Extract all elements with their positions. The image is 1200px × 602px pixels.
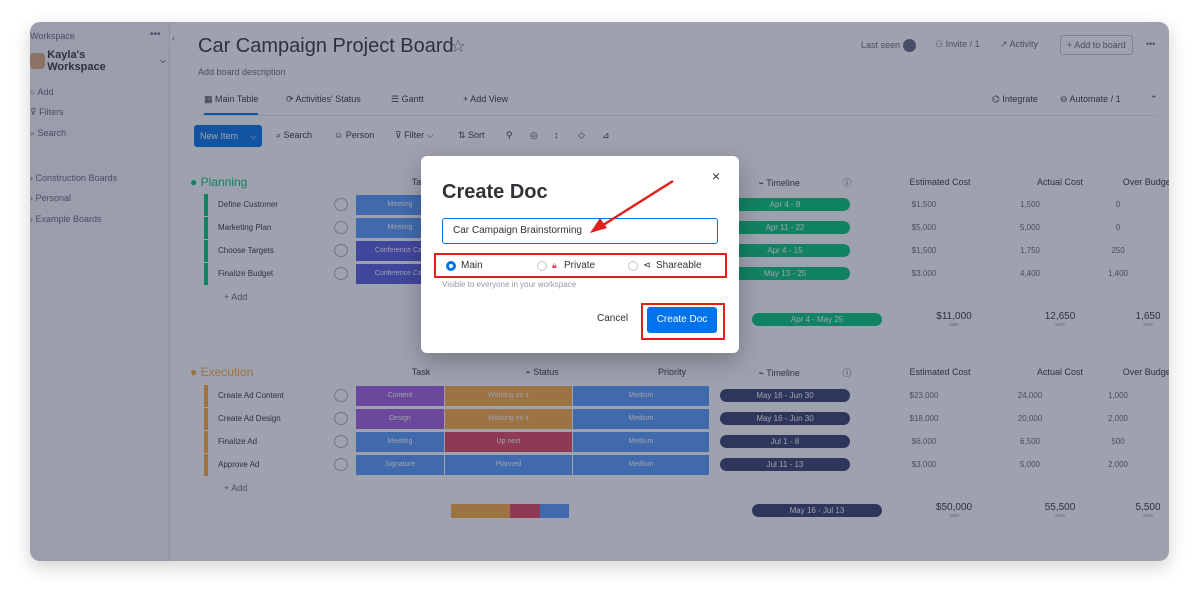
options-highlight-box xyxy=(434,253,727,278)
app-window: Workspace ••• ‹ Kayla's Workspace ⌵ ○ Ad… xyxy=(30,22,1169,561)
annotation-arrow xyxy=(590,179,674,233)
create-highlight-box xyxy=(641,303,725,340)
